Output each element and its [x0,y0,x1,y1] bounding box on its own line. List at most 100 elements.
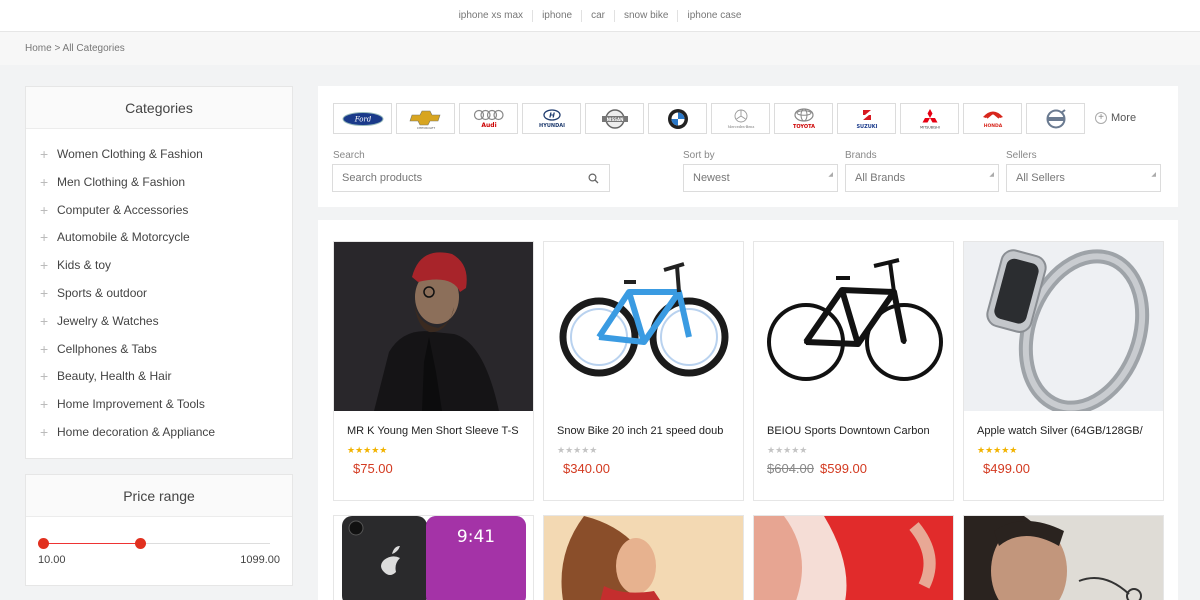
product-image[interactable] [543,515,744,600]
product-card[interactable]: MR K Young Men Short Sleeve T-S ★★★★★ $7… [333,241,534,501]
category-label: Beauty, Health & Hair [57,369,172,384]
product-image[interactable] [964,242,1163,411]
plus-icon: + [40,396,49,413]
svg-text:NISSAN: NISSAN [606,117,623,122]
plus-icon: + [40,368,49,385]
mitsubishi-logo[interactable]: MITSUBISHI [900,103,959,134]
category-label: Computer & Accessories [57,202,189,217]
plus-icon: + [40,257,49,274]
product-image[interactable] [754,242,953,411]
product-card[interactable]: BEIOU Sports Downtown Carbon ★★★★★ $604.… [753,241,954,501]
category-label: Home decoration & Appliance [57,424,216,439]
category-label: Automobile & Motorcycle [57,230,190,245]
category-item[interactable]: + Kids & toy [26,252,292,280]
svg-text:HONDA: HONDA [983,123,1002,129]
svg-text:Audi: Audi [481,122,496,129]
product-image[interactable] [334,242,533,411]
more-brands-link[interactable]: + More [1095,112,1136,124]
category-item[interactable]: + Men Clothing & Fashion [26,169,292,197]
brands-select[interactable]: All Brands ◢ [845,164,999,192]
price-range-panel: Price range 10.00 1099.00 [25,474,293,586]
current-price: $599.00 [820,461,867,476]
current-price: $75.00 [353,461,393,476]
rating-stars: ★★★★★ [767,445,808,455]
product-image[interactable] [544,242,743,411]
suzuki-logo[interactable]: SUZUKI [837,103,896,134]
product-price: $75.00 [334,458,533,476]
brand-logo-row: Ford CHEVROLET Audi H HYUNDAI NISSAN Merc… [333,103,1089,134]
nissan-logo[interactable]: NISSAN [585,103,644,134]
category-item[interactable]: + Automobile & Motorcycle [26,224,292,252]
svg-text:9:41: 9:41 [457,527,495,547]
breadcrumb: Home > All Categories [0,32,1200,65]
brands-label: Brands [845,150,877,161]
category-label: Kids & toy [57,258,112,273]
search-icon[interactable] [588,173,599,184]
search-input[interactable]: Search products [332,164,610,192]
product-price: $499.00 [964,458,1163,476]
category-item[interactable]: + Cellphones & Tabs [26,336,292,364]
product-price: $604.00 $599.00 [754,458,953,476]
product-image[interactable]: 9:41 [333,515,534,600]
hyundai-logo[interactable]: H HYUNDAI [522,103,581,134]
plus-icon: + [40,201,49,218]
bmw-logo[interactable] [648,103,707,134]
plus-icon: + [40,312,49,329]
suggestion-link[interactable]: iphone [533,9,583,22]
brands-value: All Brands [855,172,906,184]
category-item[interactable]: + Women Clothing & Fashion [26,141,292,169]
plus-icon: + [40,340,49,357]
suggestion-link[interactable]: snow bike [615,9,679,22]
category-item[interactable]: + Jewelry & Watches [26,308,292,336]
category-label: Sports & outdoor [57,285,148,300]
product-image[interactable] [753,515,954,600]
ford-logo[interactable]: Ford [333,103,392,134]
slider-min-handle[interactable] [38,538,49,549]
rating-stars: ★★★★★ [977,445,1018,455]
plus-icon: + [40,423,49,440]
sort-select[interactable]: Newest ◢ [683,164,838,192]
category-item[interactable]: + Sports & outdoor [26,280,292,308]
volvo-logo[interactable] [1026,103,1085,134]
sellers-select[interactable]: All Sellers ◢ [1006,164,1161,192]
plus-icon: + [40,284,49,301]
suggestion-link[interactable]: iphone xs max [450,9,534,22]
plus-circle-icon: + [1095,112,1107,124]
category-item[interactable]: + Home decoration & Appliance [26,419,292,447]
audi-logo[interactable]: Audi [459,103,518,134]
category-list: + Women Clothing & Fashion + Men Clothing … [26,129,292,447]
categories-panel: Categories + Women Clothing & Fashion + Me… [25,86,293,459]
category-item[interactable]: + Computer & Accessories [26,197,292,225]
chevrolet-logo[interactable]: CHEVROLET [396,103,455,134]
product-title[interactable]: MR K Young Men Short Sleeve T-S [334,411,522,441]
price-slider[interactable] [38,529,280,559]
category-item[interactable]: + Home Improvement & Tools [26,391,292,419]
slider-max-handle[interactable] [135,538,146,549]
category-label: Men Clothing & Fashion [57,174,186,189]
product-price: $340.00 [544,458,743,476]
product-card[interactable]: Apple watch Silver (64GB/128GB/ ★★★★★ $4… [963,241,1164,501]
svg-text:Ford: Ford [353,115,371,123]
product-image[interactable] [963,515,1164,600]
svg-text:H: H [549,111,555,119]
select-arrow-icon: ◢ [1151,172,1156,178]
suggestion-link[interactable]: car [582,9,615,22]
product-title[interactable]: Snow Bike 20 inch 21 speed doub [544,411,732,441]
sort-value: Newest [693,172,730,184]
product-title[interactable]: Apple watch Silver (64GB/128GB/ [964,411,1152,441]
plus-icon: + [40,146,49,162]
price-range-title: Price range [26,475,292,517]
toyota-logo[interactable]: TOYOTA [774,103,833,134]
product-card[interactable]: Snow Bike 20 inch 21 speed doub ★★★★★ $3… [543,241,744,501]
category-label: Jewelry & Watches [57,313,159,328]
honda-logo[interactable]: HONDA [963,103,1022,134]
mercedes-logo[interactable]: Mercedes-Benz [711,103,770,134]
current-price: $340.00 [563,461,610,476]
category-item[interactable]: + Beauty, Health & Hair [26,363,292,391]
svg-text:MITSUBISHI: MITSUBISHI [920,125,940,129]
product-title[interactable]: BEIOU Sports Downtown Carbon [754,411,942,441]
search-label: Search [333,150,365,161]
suggestion-link[interactable]: iphone case [678,10,750,22]
svg-text:Mercedes-Benz: Mercedes-Benz [727,125,754,129]
category-label: Cellphones & Tabs [57,341,157,356]
